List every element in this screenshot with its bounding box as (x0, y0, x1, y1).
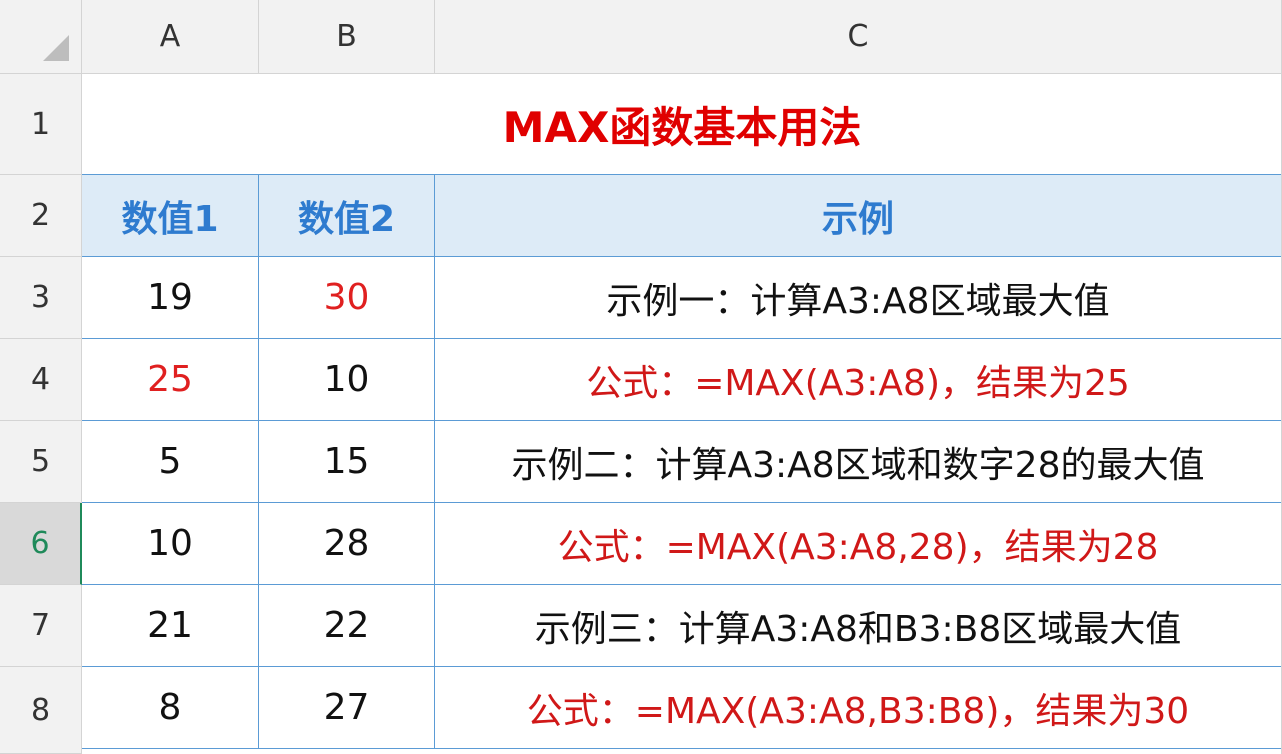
cell-b8[interactable]: 27 (259, 667, 435, 749)
cell-a8[interactable]: 8 (82, 667, 259, 749)
cell-c6[interactable]: 公式：=MAX(A3:A8,28)，结果为28 (435, 503, 1282, 585)
cell-a4[interactable]: 25 (82, 339, 259, 421)
cell-c8[interactable]: 公式：=MAX(A3:A8,B3:B8)，结果为30 (435, 667, 1282, 749)
spreadsheet: A B C 1 2 3 4 5 6 7 8 MAX函数基本用法 数值1 数值2 … (0, 0, 1282, 754)
cell-b4[interactable]: 10 (259, 339, 435, 421)
cell-a3[interactable]: 19 (82, 257, 259, 339)
cell-b7[interactable]: 22 (259, 585, 435, 667)
row-header-2[interactable]: 2 (0, 175, 82, 257)
header-cell-a2[interactable]: 数值1 (82, 175, 259, 257)
row-header-8[interactable]: 8 (0, 667, 82, 754)
row-header-6[interactable]: 6 (0, 503, 82, 585)
cell-c5[interactable]: 示例二：计算A3:A8区域和数字28的最大值 (435, 421, 1282, 503)
column-header-c[interactable]: C (435, 0, 1282, 74)
header-cell-b2[interactable]: 数值2 (259, 175, 435, 257)
select-all-button[interactable] (0, 0, 82, 74)
row-header-5[interactable]: 5 (0, 421, 82, 503)
row-header-7[interactable]: 7 (0, 585, 82, 667)
row-header-3[interactable]: 3 (0, 257, 82, 339)
cell-a5[interactable]: 5 (82, 421, 259, 503)
title-cell[interactable]: MAX函数基本用法 (82, 74, 1282, 175)
column-header-a[interactable]: A (82, 0, 259, 74)
cell-b3[interactable]: 30 (259, 257, 435, 339)
cell-a6[interactable]: 10 (82, 503, 259, 585)
select-all-triangle-icon (43, 35, 69, 61)
cell-b6[interactable]: 28 (259, 503, 435, 585)
cell-c3[interactable]: 示例一：计算A3:A8区域最大值 (435, 257, 1282, 339)
cell-a7[interactable]: 21 (82, 585, 259, 667)
column-header-b[interactable]: B (259, 0, 435, 74)
header-cell-c2[interactable]: 示例 (435, 175, 1282, 257)
cell-b5[interactable]: 15 (259, 421, 435, 503)
cell-c4[interactable]: 公式：=MAX(A3:A8)，结果为25 (435, 339, 1282, 421)
row-header-1[interactable]: 1 (0, 74, 82, 175)
row-header-4[interactable]: 4 (0, 339, 82, 421)
cell-c7[interactable]: 示例三：计算A3:A8和B3:B8区域最大值 (435, 585, 1282, 667)
